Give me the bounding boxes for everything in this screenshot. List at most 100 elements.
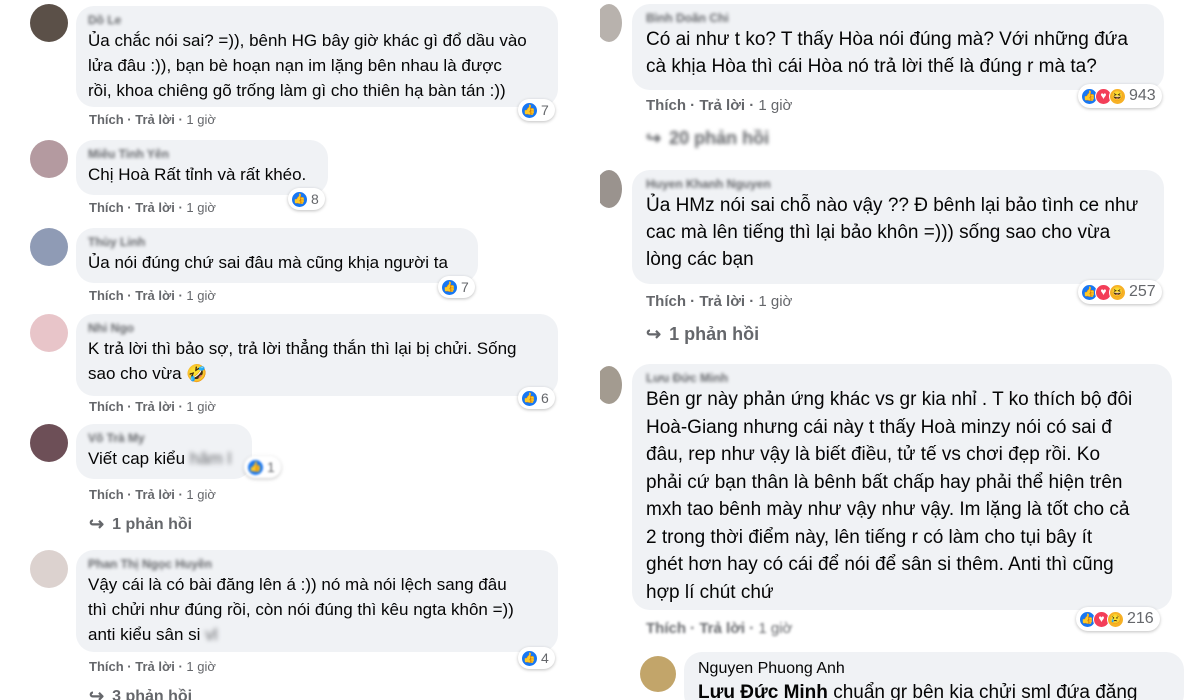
like-reaction-icon: 👍	[521, 649, 538, 667]
reply-arrow-icon: ↪	[89, 686, 105, 700]
avatar[interactable]	[30, 424, 68, 462]
comment-actions: Thích · Trả lời · 1 giờ	[89, 487, 216, 502]
reaction-count[interactable]: 👍 ♥ 😢 216	[1076, 607, 1160, 631]
replies-count: 1 phản hồi	[112, 515, 193, 533]
timestamp[interactable]: 1 giờ	[758, 293, 792, 310]
like-reaction-icon: 👍	[521, 101, 538, 119]
reaction-count[interactable]: 👍 ♥ 😆 943	[1078, 84, 1162, 108]
like-reaction-icon: 👍	[441, 278, 458, 296]
avatar[interactable]	[600, 4, 622, 42]
avatar[interactable]	[30, 550, 68, 588]
like-reaction-icon: 👍	[247, 458, 264, 476]
timestamp[interactable]: 1 giờ	[758, 97, 792, 114]
reaction-number: 7	[461, 279, 469, 295]
comment-actions: Thích · Trả lời · 1 giờ	[89, 112, 216, 127]
reaction-number: 216	[1127, 610, 1154, 627]
avatar[interactable]	[30, 140, 68, 178]
reply-link[interactable]: Trả lời	[135, 288, 175, 303]
comment-actions: Thích · Trả lời · 1 giờ	[89, 659, 216, 674]
reaction-count[interactable]: 👍 6	[518, 387, 555, 409]
commenter-name[interactable]: Lưu Đức Minh	[646, 370, 1160, 386]
like-link[interactable]: Thích	[89, 399, 124, 414]
mention-tag[interactable]: Lưu Đức Minh	[698, 682, 828, 700]
like-link[interactable]: Thích	[89, 487, 124, 502]
reply-link[interactable]: Trả lời	[135, 487, 175, 502]
view-replies-link[interactable]: ↪ 1 phản hồi	[89, 514, 192, 535]
reply-link[interactable]: Trả lời	[135, 200, 175, 215]
view-replies-link[interactable]: ↪ 20 phản hồi	[646, 128, 769, 149]
avatar[interactable]	[30, 4, 68, 42]
avatar[interactable]	[640, 656, 676, 692]
avatar[interactable]	[30, 314, 68, 352]
haha-reaction-icon: 😆	[1109, 283, 1126, 301]
like-link[interactable]: Thích	[646, 293, 686, 310]
reaction-count[interactable]: 👍 7	[438, 276, 475, 298]
reaction-count[interactable]: 👍 7	[518, 99, 555, 121]
reply-arrow-icon: ↪	[89, 514, 105, 534]
reply-link[interactable]: Trả lời	[135, 112, 175, 127]
reply-link[interactable]: Trả lời	[699, 97, 745, 114]
comment-bubble: Thùy Linh Ủa nói đúng chứ sai đâu mà cũn…	[76, 228, 478, 283]
comment-bubble: Phan Thị Ngọc Huyền Vậy cái là có bài đă…	[76, 550, 558, 652]
avatar[interactable]	[600, 366, 622, 404]
like-link[interactable]: Thích	[89, 200, 124, 215]
avatar[interactable]	[600, 170, 622, 208]
replies-count: 1 phản hồi	[669, 324, 760, 344]
commenter-name[interactable]: Huyen Khanh Nguyen	[646, 176, 1152, 192]
commenter-name[interactable]: Võ Trà My	[88, 430, 240, 446]
commenter-name[interactable]: Miêu Tinh Yên	[88, 146, 316, 162]
comment-text: Viết cap kiểu hâm l	[88, 446, 240, 471]
comment-text: K trả lời thì bảo sợ, trả lời thẳng thắn…	[88, 339, 517, 383]
comment-text-body: chuẩn gr bên kia chửi sml đứa đăng	[833, 682, 1138, 700]
commenter-name[interactable]: Thùy Linh	[88, 234, 466, 250]
like-link[interactable]: Thích	[89, 112, 124, 127]
reaction-number: 8	[311, 191, 319, 207]
reaction-number: 7	[541, 102, 549, 118]
comment-actions: Thích · Trả lời · 1 giờ	[646, 293, 793, 310]
view-replies-link[interactable]: ↪ 1 phản hồi	[646, 324, 759, 345]
replies-count: 20 phản hồi	[669, 128, 770, 148]
comment-actions: Thích · Trả lời · 1 giờ	[89, 200, 216, 215]
timestamp[interactable]: 1 giờ	[186, 399, 216, 414]
left-screenshot: Dồ Le Ủa chắc nói sai? =)), bênh HG bây …	[0, 0, 600, 700]
comment-text: Ủa nói đúng chứ sai đâu mà cũng khịa ngư…	[88, 253, 448, 272]
reply-link[interactable]: Trả lời	[699, 620, 745, 637]
reaction-count[interactable]: 👍 4	[518, 647, 555, 669]
reply-arrow-icon: ↪	[646, 324, 662, 344]
timestamp[interactable]: 1 giờ	[186, 659, 216, 674]
commenter-name[interactable]: Nhi Ngo	[88, 320, 546, 336]
timestamp[interactable]: 1 giờ	[186, 487, 216, 502]
commenter-name[interactable]: Phan Thị Ngọc Huyền	[88, 556, 546, 572]
timestamp[interactable]: 1 giờ	[186, 288, 216, 303]
reply-link[interactable]: Trả lời	[135, 659, 175, 674]
reaction-count[interactable]: 👍 8	[288, 188, 325, 210]
like-link[interactable]: Thích	[646, 620, 686, 637]
avatar[interactable]	[30, 228, 68, 266]
timestamp[interactable]: 1 giờ	[186, 200, 216, 215]
commenter-name[interactable]: Bình Doãn Chi	[646, 10, 1152, 26]
view-replies-link[interactable]: ↪ 3 phản hồi	[89, 686, 192, 700]
reaction-count[interactable]: 👍 1	[244, 456, 281, 478]
like-link[interactable]: Thích	[89, 288, 124, 303]
comment-actions: Thích · Trả lời · 1 giờ	[89, 288, 216, 303]
like-link[interactable]: Thích	[646, 97, 686, 114]
timestamp[interactable]: 1 giờ	[186, 112, 216, 127]
commenter-name[interactable]: Nguyen Phuong Anh	[698, 659, 1172, 679]
timestamp[interactable]: 1 giờ	[758, 620, 792, 637]
like-reaction-icon: 👍	[291, 190, 308, 208]
comment-bubble: Lưu Đức Minh Bên gr này phản ứng khác vs…	[632, 364, 1172, 610]
comment-bubble: Bình Doãn Chi Có ai như t ko? T thấy Hòa…	[632, 4, 1164, 90]
commenter-name[interactable]: Dồ Le	[88, 12, 546, 28]
like-link[interactable]: Thích	[89, 659, 124, 674]
reaction-number: 257	[1129, 283, 1156, 300]
comment-text: Có ai như t ko? T thấy Hòa nói đúng mà? …	[646, 29, 1128, 77]
comment-text: Bên gr này phản ứng khác vs gr kia nhỉ .…	[646, 389, 1133, 603]
reaction-number: 4	[541, 650, 549, 666]
reply-arrow-icon: ↪	[646, 128, 662, 148]
haha-reaction-icon: 😢	[1107, 610, 1124, 628]
reply-link[interactable]: Trả lời	[135, 399, 175, 414]
reaction-number: 6	[541, 390, 549, 406]
reaction-number: 1	[267, 459, 275, 475]
reply-link[interactable]: Trả lời	[699, 293, 745, 310]
reaction-count[interactable]: 👍 ♥ 😆 257	[1078, 280, 1162, 304]
